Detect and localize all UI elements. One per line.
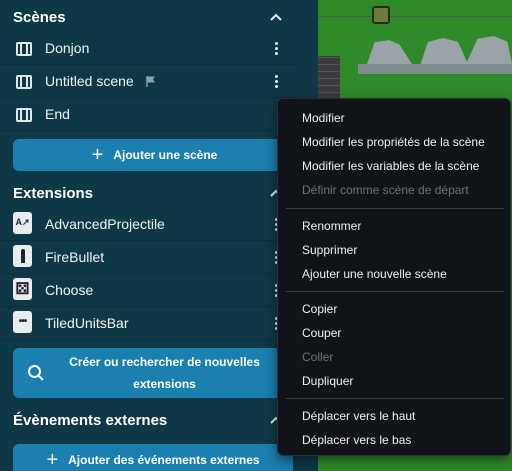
scene-row-untitled[interactable]: Untitled scene	[0, 65, 296, 98]
menu-item-duplicate[interactable]: Dupliquer	[302, 374, 353, 388]
kebab-menu-icon[interactable]	[268, 73, 284, 90]
plus-icon: +	[91, 144, 104, 166]
scene-label: Donjon	[45, 40, 90, 56]
scenes-section-header[interactable]: Scènes	[0, 0, 318, 34]
menu-item-move-up[interactable]: Déplacer vers le haut	[302, 409, 415, 423]
extension-row-choose[interactable]: ⚄ Choose	[0, 274, 296, 307]
add-external-events-label: Ajouter des événements externes	[68, 453, 260, 467]
scene-label: End	[45, 106, 70, 122]
plus-icon: +	[46, 449, 59, 471]
menu-separator	[286, 291, 504, 292]
chevron-up-icon[interactable]	[268, 9, 284, 25]
bullet-icon	[13, 244, 32, 267]
menu-item-edit-scene-variables[interactable]: Modifier les variables de la scène	[302, 159, 479, 173]
add-scene-button[interactable]: + Ajouter une scène	[13, 139, 296, 171]
external-events-header-label: Évènements externes	[13, 411, 168, 429]
search-extensions-button[interactable]: Créer ou rechercher de nouvelles extensi…	[13, 348, 296, 398]
scene-row-donjon[interactable]: Donjon	[0, 32, 296, 65]
menu-item-paste: Coller	[302, 350, 334, 364]
search-extensions-label-line2: extensions	[133, 377, 196, 391]
project-manager-panel: Scènes Donjon Untitled scene End + Ajout…	[0, 0, 318, 471]
extension-row-tiledunitsbar[interactable]: ••• TiledUnitsBar	[0, 307, 296, 340]
brick-wall-sprite	[318, 56, 340, 100]
menu-separator	[286, 398, 504, 399]
kebab-menu-icon[interactable]	[268, 40, 284, 57]
rock-sprite	[466, 36, 512, 64]
search-extensions-label-line1: Créer ou rechercher de nouvelles	[69, 355, 260, 369]
extensions-section-header[interactable]: Extensions	[0, 176, 318, 210]
menu-item-edit-scene-properties[interactable]: Modifier les propriétés de la scène	[302, 135, 485, 149]
film-icon	[14, 72, 33, 91]
menu-item-set-start-scene: Définir comme scène de départ	[302, 183, 469, 197]
search-icon	[27, 364, 45, 385]
rock-sprite	[367, 40, 412, 64]
menu-item-move-down[interactable]: Déplacer vers le bas	[302, 433, 411, 447]
menu-item-copy[interactable]: Copier	[302, 302, 337, 316]
extension-label: TiledUnitsBar	[45, 315, 129, 331]
rock-sprite	[420, 38, 468, 64]
scene-context-menu: Modifier Modifier les propriétés de la s…	[277, 98, 511, 456]
scenes-header-label: Scènes	[13, 8, 66, 26]
menu-item-delete[interactable]: Supprimer	[302, 243, 357, 257]
extension-label: FireBullet	[45, 249, 105, 265]
scene-label: Untitled scene	[45, 73, 134, 89]
film-icon	[14, 39, 33, 58]
menu-item-cut[interactable]: Couper	[302, 326, 341, 340]
preview-divider	[318, 16, 512, 17]
extension-row-firebullet[interactable]: FireBullet	[0, 241, 296, 274]
extension-icon: A↗	[13, 211, 32, 234]
dice-icon: ⚄	[13, 277, 32, 300]
extensions-header-label: Extensions	[13, 184, 94, 202]
film-icon	[14, 105, 33, 124]
flag-icon	[145, 75, 157, 93]
add-external-events-button[interactable]: + Ajouter des événements externes	[13, 444, 293, 471]
rock-base-sprite	[358, 64, 512, 74]
menu-item-add-new-scene[interactable]: Ajouter une nouvelle scène	[302, 267, 447, 281]
extension-label: AdvancedProjectile	[45, 216, 165, 232]
add-scene-label: Ajouter une scène	[113, 148, 218, 162]
menu-item-rename[interactable]: Renommer	[302, 219, 361, 233]
search-extensions-label: Créer ou rechercher de nouvelles extensi…	[49, 351, 260, 395]
extension-row-advancedprojectile[interactable]: A↗ AdvancedProjectile	[0, 208, 296, 241]
scene-row-end[interactable]: End	[0, 98, 296, 131]
menu-separator	[286, 208, 504, 209]
dots-bar-icon: •••	[13, 310, 32, 333]
menu-item-modifier[interactable]: Modifier	[302, 111, 345, 125]
monster-sprite	[372, 6, 390, 24]
external-events-section-header[interactable]: Évènements externes	[0, 403, 318, 437]
extension-label: Choose	[45, 282, 94, 298]
